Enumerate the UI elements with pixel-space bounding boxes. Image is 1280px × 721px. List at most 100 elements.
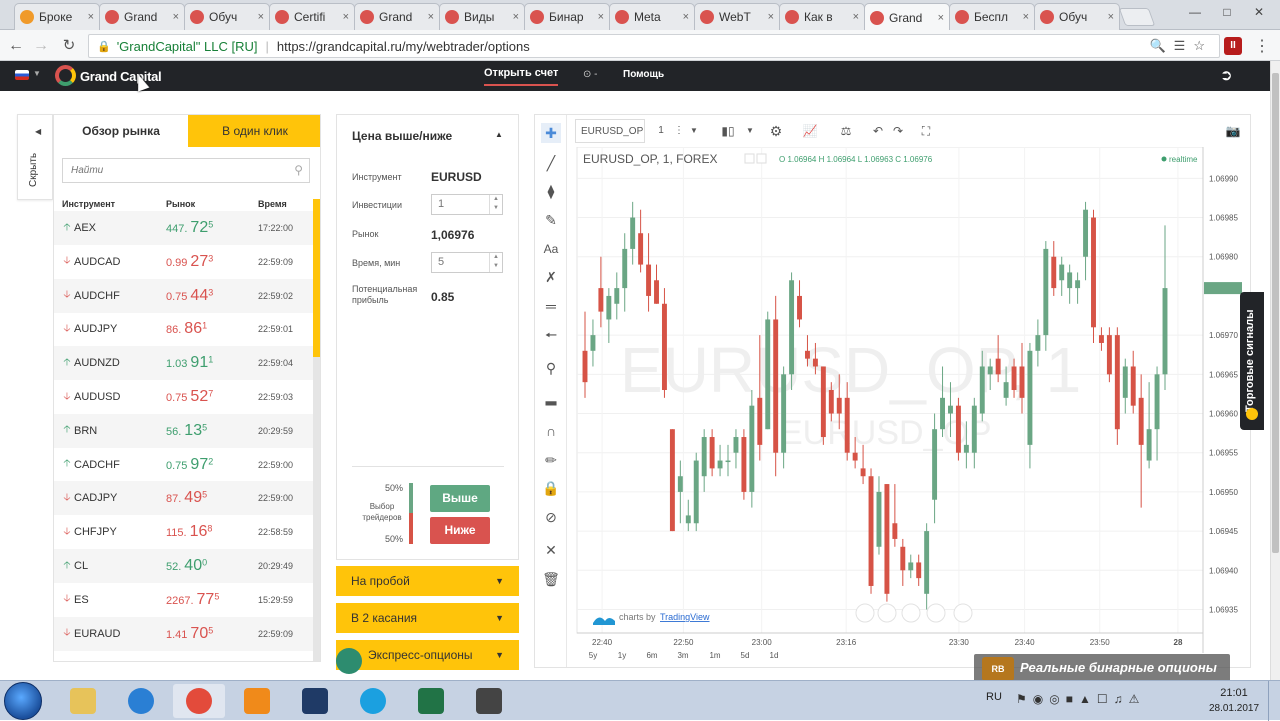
minimize-window-icon[interactable]: — xyxy=(1182,3,1208,21)
interval-selector[interactable]: 1 xyxy=(651,119,671,143)
chart-nav-button[interactable] xyxy=(953,603,973,623)
help-link[interactable]: Помощь xyxy=(623,69,664,80)
search-input[interactable]: ⚲ xyxy=(62,158,310,183)
tab-market-overview[interactable]: Обзор рынка xyxy=(54,115,188,147)
legend-toggle-icon[interactable] xyxy=(744,153,755,164)
taskbar-app-media-player[interactable] xyxy=(231,684,283,718)
browser-tab[interactable]: Беспл × xyxy=(949,3,1035,30)
table-row[interactable]: 🡡 AUDNZD 1.03 911 22:59:04 xyxy=(54,346,314,381)
browser-tab[interactable]: Grand × xyxy=(99,3,185,30)
clock-icon[interactable]: ⊙ - xyxy=(583,69,598,80)
browser-tab[interactable]: Grand × xyxy=(864,3,950,31)
table-row[interactable]: 🡣 AUDCHF 0.75 443 22:59:02 xyxy=(54,278,314,313)
browser-tab[interactable]: Certifi × xyxy=(269,3,355,30)
tab-close-icon[interactable]: × xyxy=(768,11,774,23)
candlestick-chart[interactable]: 1.069901.069851.069801.069761.069701.069… xyxy=(535,147,1252,669)
taskbar-app-explorer[interactable] xyxy=(57,684,109,718)
browser-menu-icon[interactable]: ⋮ xyxy=(1254,36,1270,56)
stepper-arrows-icon[interactable]: ▲ ▼ xyxy=(489,253,502,272)
tab-close-icon[interactable]: × xyxy=(88,11,94,23)
taskbar-app-chrome[interactable] xyxy=(173,684,225,718)
indicators-icon[interactable]: 📈 xyxy=(797,119,823,143)
table-row[interactable]: 🡣 CADJPY 87. 495 22:59:00 xyxy=(54,481,314,516)
range-button[interactable]: 5y xyxy=(589,651,597,660)
call-up-button[interactable]: Выше xyxy=(430,485,490,512)
investment-stepper[interactable]: 1 ▲ ▼ xyxy=(431,194,503,215)
chart-nav-button[interactable] xyxy=(877,603,897,623)
tab-close-icon[interactable]: × xyxy=(258,11,264,23)
candle-style-icon[interactable]: ▮▯ xyxy=(715,119,741,143)
close-window-icon[interactable]: ✕ xyxy=(1246,3,1272,21)
reload-icon[interactable]: ↻ xyxy=(58,35,80,57)
tab-close-icon[interactable]: × xyxy=(683,11,689,23)
trading-signals-tab[interactable]: Торговые сигналы xyxy=(1240,292,1264,430)
tab-close-icon[interactable]: × xyxy=(1108,11,1114,23)
system-tray-icons[interactable]: ⚑◉◎■▲☐♫⚠ xyxy=(1016,692,1145,706)
open-account-link[interactable]: Открыть счет xyxy=(484,67,559,86)
redo-icon[interactable]: ↷ xyxy=(889,119,907,143)
time-stepper[interactable]: 5 ▲ ▼ xyxy=(431,252,503,273)
range-button[interactable]: 6m xyxy=(646,651,657,660)
interval-menu-icon[interactable]: ⋮ xyxy=(673,119,685,143)
settings-gear-icon[interactable]: ⚙ xyxy=(763,119,789,143)
table-row[interactable]: 🡡 CL 52. 400 20:29:49 xyxy=(54,549,314,583)
chevron-down-icon[interactable]: ▼ xyxy=(687,119,701,143)
tab-one-click[interactable]: В один клик xyxy=(188,115,320,147)
browser-tab[interactable]: Обуч × xyxy=(184,3,270,30)
chevron-down-icon[interactable]: ▼ xyxy=(743,119,757,143)
accordion-express[interactable]: Экспресс-опционы ▼ xyxy=(336,640,519,674)
tab-close-icon[interactable]: × xyxy=(1023,11,1029,23)
search-icon[interactable]: ⚲ xyxy=(294,163,303,177)
logout-icon[interactable]: ➲ xyxy=(1220,66,1233,84)
table-row[interactable]: 🡡 BRN 56. 135 20:29:59 xyxy=(54,413,314,448)
option-type-title[interactable]: Цена выше/ниже xyxy=(352,129,452,143)
clock-date[interactable]: 28.01.2017 xyxy=(1202,703,1266,714)
browser-tab[interactable]: Бинар × xyxy=(524,3,610,30)
investment-value[interactable]: 1 xyxy=(438,198,444,210)
extension-icon[interactable]: II xyxy=(1224,37,1242,55)
chart-nav-button[interactable] xyxy=(901,603,921,623)
collapse-icon[interactable]: ▲ xyxy=(495,130,503,139)
range-button[interactable]: 3m xyxy=(677,651,688,660)
range-button[interactable]: 1y xyxy=(618,651,626,660)
maximize-window-icon[interactable]: □ xyxy=(1214,3,1240,21)
chevron-down-icon[interactable]: ▼ xyxy=(33,69,41,78)
accordion-breakout[interactable]: На пробой ▼ xyxy=(336,566,519,596)
tab-close-icon[interactable]: × xyxy=(513,11,519,23)
tab-close-icon[interactable]: × xyxy=(853,11,859,23)
range-button[interactable]: 1d xyxy=(770,651,779,660)
table-row[interactable]: 🡣 AUDUSD 0.75 527 22:59:03 xyxy=(54,380,314,414)
page-scrollbar-thumb[interactable] xyxy=(1272,73,1279,553)
range-button[interactable]: 5d xyxy=(741,651,750,660)
browser-tab[interactable]: WebT × xyxy=(694,3,780,30)
table-row[interactable]: 🡣 AUDCAD 0.99 273 22:59:09 xyxy=(54,245,314,279)
list-scrollbar[interactable] xyxy=(313,199,320,357)
omnibox-icons[interactable]: 🔍☰☆ xyxy=(1150,38,1214,54)
page-scrollbar[interactable] xyxy=(1270,61,1280,680)
new-tab-button[interactable] xyxy=(1118,8,1156,26)
forward-icon[interactable]: → xyxy=(30,35,52,57)
undo-icon[interactable]: ↶ xyxy=(869,119,887,143)
legend-settings-icon[interactable] xyxy=(756,153,767,164)
table-row[interactable]: 🡣 ES 2267. 775 15:29:59 xyxy=(54,583,314,617)
taskbar-app-skype[interactable] xyxy=(347,684,399,718)
flag-ru-icon[interactable] xyxy=(15,70,29,80)
table-row[interactable]: 🡡 AEX 447. 725 17:22:00 xyxy=(54,211,314,245)
time-value[interactable]: 5 xyxy=(438,256,444,268)
browser-tab[interactable]: Броке × xyxy=(14,3,100,30)
hide-sidebar-button[interactable]: ◀ Скрыть xyxy=(17,114,53,200)
taskbar-app-photoshop[interactable] xyxy=(289,684,341,718)
browser-tab[interactable]: Grand × xyxy=(354,3,440,30)
list-scrollbar-track[interactable] xyxy=(313,357,320,661)
tab-close-icon[interactable]: × xyxy=(598,11,604,23)
browser-tab[interactable]: Обуч × xyxy=(1034,3,1120,30)
search-field[interactable] xyxy=(63,159,283,182)
browser-tab[interactable]: Как в × xyxy=(779,3,865,30)
table-row[interactable]: 🡣 CHFJPY 115. 168 22:58:59 xyxy=(54,515,314,549)
table-row[interactable]: 🡡 CADCHF 0.75 972 22:59:00 xyxy=(54,448,314,482)
table-row[interactable]: 🡣 AUDJPY 86. 861 22:59:01 xyxy=(54,312,314,346)
taskbar-app-app-tool[interactable] xyxy=(463,684,515,718)
language-indicator[interactable]: RU xyxy=(986,691,1002,703)
stepper-arrows-icon[interactable]: ▲ ▼ xyxy=(489,195,502,214)
range-button[interactable]: 1m xyxy=(709,651,720,660)
